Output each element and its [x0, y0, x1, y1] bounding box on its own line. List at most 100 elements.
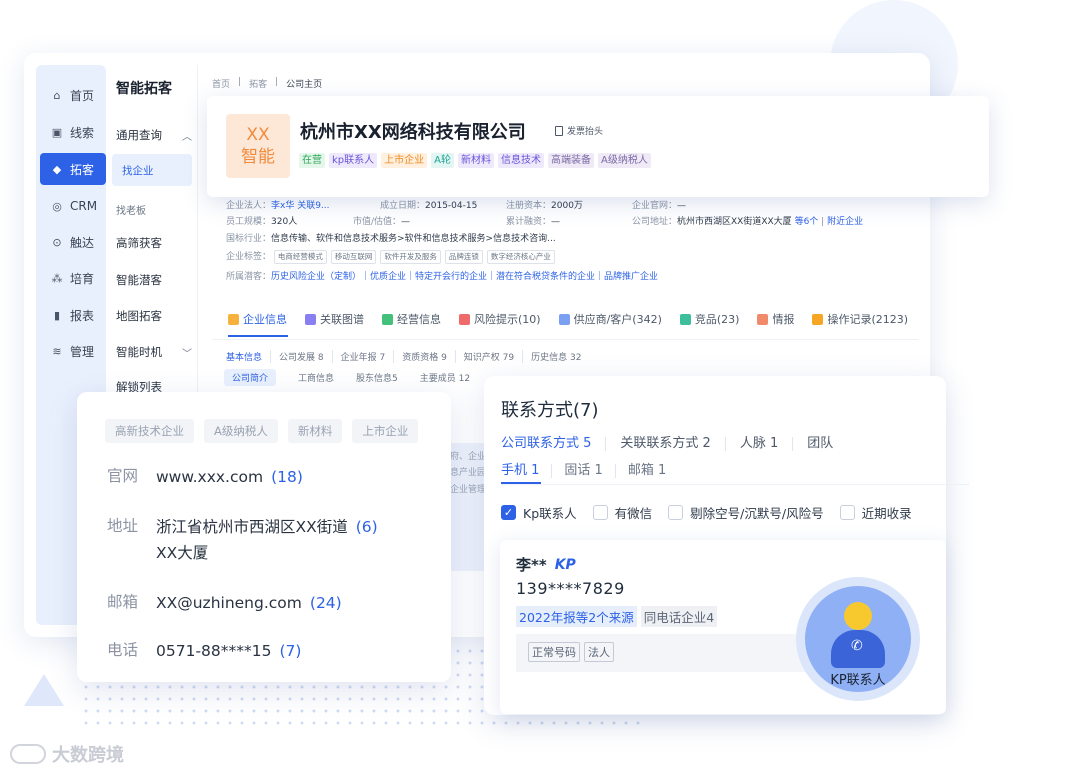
- potential-links[interactable]: 历史风险企业（定制）｜优质企业｜特定开会行的企业｜潜在符合税贷条件的企业｜品牌推…: [271, 272, 658, 282]
- checkbox[interactable]: [668, 505, 684, 520]
- info-industry: 国标行业：信息传输、软件和信息技术服务>软件和信息技术服务>信息技术咨询...: [226, 234, 556, 244]
- subtab-history[interactable]: 历史信息 32: [531, 350, 589, 363]
- address-count[interactable]: (6): [356, 518, 378, 536]
- tab-relation-graph[interactable]: 关联图谱: [305, 311, 364, 327]
- tab-team[interactable]: 团队: [807, 437, 847, 451]
- invoice-title-button[interactable]: 发票抬头: [555, 124, 603, 137]
- person-phone[interactable]: 139****7829: [516, 579, 625, 598]
- subtabs: 基本信息 公司发展 8 企业年报 7 资质资格 9 知识产权 79 历史信息 3…: [226, 350, 597, 363]
- nav-item-prospect[interactable]: ◆ 拓客: [40, 153, 106, 185]
- biz-tag: 移动互联网: [330, 250, 377, 264]
- info-valuation: 市值/估值：—: [353, 217, 411, 227]
- chevron-down-icon: ﹀: [182, 348, 192, 360]
- filter-kp-contact[interactable]: ✓ Kp联系人: [501, 503, 577, 522]
- company-tag: kp联系人: [329, 153, 378, 168]
- website-value[interactable]: www.xxx.com: [156, 468, 263, 486]
- tab-company-contacts[interactable]: 公司联系方式 5: [501, 437, 607, 451]
- divider: [212, 339, 918, 340]
- checkbox-checked[interactable]: ✓: [501, 505, 516, 520]
- sub-item-find-boss[interactable]: 找老板: [116, 202, 192, 217]
- phone-status-tag: 正常号码: [528, 642, 580, 662]
- nav-item-manage[interactable]: ≋ 管理: [36, 335, 106, 367]
- crm-icon: ◎: [52, 199, 62, 213]
- tab-intel[interactable]: 情报: [757, 311, 794, 327]
- risk-icon: [459, 313, 470, 325]
- source-link[interactable]: 2022年报等2个来源: [516, 606, 637, 627]
- contact-type-tabs: 公司联系方式 5 关联联系方式 2 人脉 1 团队: [501, 437, 861, 451]
- same-phone-companies[interactable]: 同电话企业4: [640, 606, 718, 627]
- phone-count[interactable]: (7): [280, 642, 302, 660]
- checkbox[interactable]: [592, 505, 608, 520]
- tag: 新材料: [287, 419, 343, 443]
- subtab-business-info[interactable]: 工商信息: [298, 371, 334, 386]
- tab-related-contacts[interactable]: 关联联系方式 2: [620, 437, 726, 451]
- nav-item-nurture[interactable]: ⁂ 培育: [36, 262, 106, 294]
- sub-item-general-query[interactable]: 通用查询 ︿: [116, 127, 192, 143]
- subtab-basic[interactable]: 基本信息: [226, 350, 272, 363]
- tab-risk[interactable]: 风险提示(10): [459, 311, 541, 327]
- competitor-icon: [679, 313, 691, 325]
- phone-value[interactable]: 0571-88****15: [156, 642, 272, 660]
- nav-item-crm[interactable]: ◎ CRM: [36, 190, 106, 222]
- info-capital: 注册资本：2000万: [506, 201, 583, 211]
- nav-item-reports[interactable]: ▮ 报表: [36, 299, 106, 331]
- nav-item-reach[interactable]: ⊙ 触达: [36, 226, 106, 258]
- address-more-link[interactable]: 等6个: [795, 217, 819, 227]
- sub-item-smart-timing[interactable]: 智能时机 ﹀: [116, 344, 192, 360]
- nav-item-home[interactable]: ⌂ 首页: [36, 79, 106, 111]
- website-row: 官网 www.xxx.com (18): [107, 467, 303, 486]
- tab-mobile[interactable]: 手机 1: [501, 464, 553, 478]
- info-address: 公司地址：杭州市西湖区XX街道XX大厦 等6个 | 附近企业: [632, 217, 864, 227]
- tab-network[interactable]: 人脉 1: [740, 437, 794, 451]
- document-icon: [555, 125, 563, 136]
- log-icon: [812, 313, 824, 325]
- tab-operation[interactable]: 经营信息: [382, 311, 441, 327]
- person-name-row: 李** KP: [516, 554, 576, 575]
- subtab-annual-report[interactable]: 企业年报 7: [341, 350, 395, 363]
- building-icon: [228, 313, 239, 325]
- info-founded: 成立日期：2015-04-15: [380, 201, 478, 211]
- tab-op-log[interactable]: 操作记录(2123): [812, 311, 908, 327]
- sub-item-map[interactable]: 地图拓客: [116, 308, 192, 324]
- tab-landline[interactable]: 固话 1: [564, 464, 616, 478]
- subtab-members[interactable]: 主要成员 12: [420, 371, 470, 386]
- info-staff: 员工规模：320人: [226, 217, 298, 227]
- operation-icon: [382, 313, 393, 325]
- breadcrumb-current: 公司主页: [286, 80, 323, 90]
- filter-row: ✓ Kp联系人 有微信 剔除空号/沉默号/风险号 近期收录: [501, 503, 928, 522]
- email-value[interactable]: XX@uzhineng.com: [156, 594, 302, 612]
- subtab-shareholders[interactable]: 股东信息5: [356, 371, 398, 386]
- nav-item-clues[interactable]: ▣ 线索: [36, 116, 106, 148]
- breadcrumb: 首页 | 拓客 | 公司主页: [212, 77, 323, 90]
- biz-tag: 数字经济核心产业: [486, 250, 555, 264]
- biz-tag: 品牌连锁: [444, 250, 483, 264]
- company-name: 杭州市XX网络科技有限公司: [300, 122, 526, 143]
- subtab-qualification[interactable]: 资质资格 9: [402, 350, 456, 363]
- clue-icon: ▣: [51, 125, 63, 139]
- legal-person-link[interactable]: 李x华 关联9...: [271, 201, 330, 211]
- sub-item-find-company[interactable]: 找企业: [112, 154, 192, 186]
- tab-competitors[interactable]: 竞品(23): [679, 311, 739, 327]
- tab-supplier[interactable]: 供应商/客户(342): [558, 311, 662, 327]
- sub-item-advanced-filter[interactable]: 高筛获客: [116, 235, 192, 251]
- filter-recent[interactable]: 近期收录: [839, 503, 912, 522]
- website-count[interactable]: (18): [271, 468, 303, 486]
- kp-contact-badge: ✆ KP联系人: [796, 577, 920, 701]
- nearby-companies-link[interactable]: 附近企业: [827, 217, 863, 227]
- breadcrumb-home[interactable]: 首页: [212, 77, 230, 90]
- filter-wechat[interactable]: 有微信: [592, 503, 652, 522]
- subtab-ip[interactable]: 知识产权 79: [464, 350, 524, 363]
- subtab-development[interactable]: 公司发展 8: [279, 350, 333, 363]
- checkbox[interactable]: [839, 505, 855, 520]
- watermark: 大数跨境: [10, 741, 124, 767]
- phone-icon: ✆: [851, 638, 863, 654]
- tab-email[interactable]: 邮箱 1: [628, 464, 678, 478]
- filter-exclude-invalid[interactable]: 剔除空号/沉默号/风险号: [668, 503, 824, 522]
- subtab-profile[interactable]: 公司简介: [224, 369, 277, 386]
- company-logo: XX 智能: [226, 114, 290, 178]
- breadcrumb-prospect[interactable]: 拓客: [249, 77, 267, 90]
- intel-icon: [757, 313, 769, 325]
- sub-item-smart-leads[interactable]: 智能潜客: [116, 272, 192, 288]
- tab-company-info[interactable]: 企业信息: [228, 311, 287, 327]
- email-count[interactable]: (24): [310, 594, 342, 612]
